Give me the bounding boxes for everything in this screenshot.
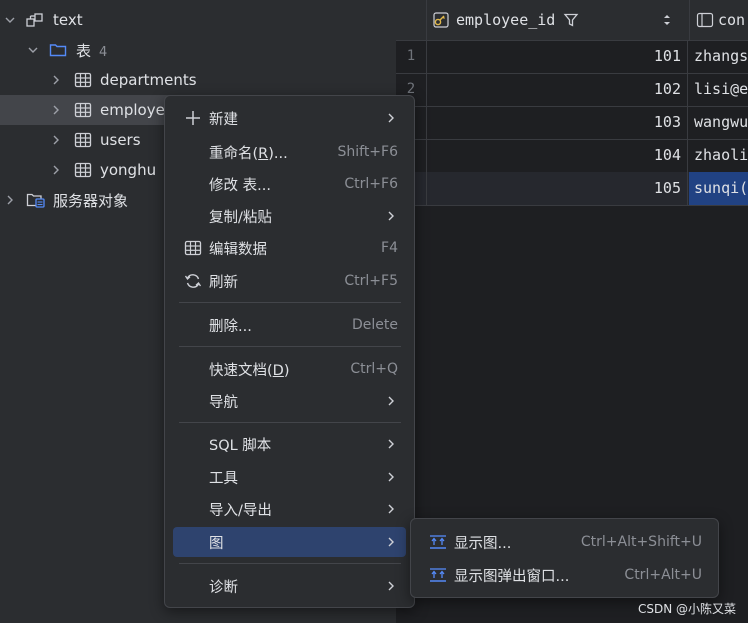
menu-item-edit-data[interactable]: 编辑数据 F4 — [173, 233, 406, 263]
table-row[interactable]: 4 104 zhaoli — [396, 139, 748, 173]
chevron-right-icon — [386, 210, 396, 222]
menu-separator — [179, 346, 401, 347]
chevron-right-icon[interactable] — [50, 134, 62, 146]
key-column-icon — [432, 11, 452, 29]
cell-email[interactable]: sunqi( — [689, 172, 748, 205]
cell-employee-id[interactable]: 104 — [426, 139, 688, 172]
tables-count: 4 — [99, 44, 108, 60]
chevron-right-icon[interactable] — [50, 164, 62, 176]
table-icon — [74, 161, 92, 179]
tree-node-schema[interactable]: text — [0, 5, 396, 35]
chevron-right-icon — [386, 395, 396, 407]
row-number: 1 — [396, 40, 427, 73]
shortcut-label: Ctrl+Q — [350, 361, 398, 377]
chevron-right-icon — [386, 438, 396, 450]
context-menu: 新建 重命名(R)... Shift+F6 修改 表... Ctrl+F6 复制… — [164, 95, 415, 608]
table-row[interactable]: 1 101 zhangs — [396, 40, 748, 74]
tables-folder-label: 表 — [76, 41, 92, 60]
refresh-icon — [184, 272, 202, 290]
server-objects-label: 服务器对象 — [53, 191, 129, 210]
menu-item-tools[interactable]: 工具 — [173, 462, 406, 492]
chevron-right-icon — [386, 471, 396, 483]
tree-node-table[interactable]: departments — [0, 65, 396, 95]
table-icon — [74, 101, 92, 119]
cell-employee-id[interactable]: 105 — [426, 172, 688, 205]
cell-employee-id[interactable]: 103 — [426, 106, 688, 139]
menu-item-import-export[interactable]: 导入/导出 — [173, 494, 406, 524]
table-icon — [184, 239, 202, 257]
menu-item-show-diagram[interactable]: 显示图... Ctrl+Alt+Shift+U — [419, 527, 710, 557]
chevron-right-icon — [386, 503, 396, 515]
table-label: employe — [100, 101, 165, 119]
cell-email[interactable]: zhaoli — [689, 139, 748, 172]
watermark: CSDN @小陈又菜 — [637, 602, 736, 616]
table-row[interactable]: 5 105 sunqi( — [396, 172, 748, 206]
menu-separator — [179, 563, 401, 564]
tree-node-tables-folder[interactable]: 表4 — [0, 35, 396, 65]
chevron-right-icon — [386, 580, 396, 592]
menu-separator — [179, 422, 401, 423]
table-icon — [74, 71, 92, 89]
chevron-right-icon — [386, 536, 396, 548]
shortcut-label: Shift+F6 — [337, 144, 398, 160]
shortcut-label: F4 — [381, 240, 398, 256]
cell-email[interactable]: lisi@e — [689, 73, 748, 106]
table-row[interactable]: 3 103 wangwu — [396, 106, 748, 140]
folder-icon — [49, 41, 67, 59]
cell-email[interactable]: zhangs — [689, 40, 748, 73]
diagram-icon — [429, 567, 447, 583]
menu-item-quick-doc[interactable]: 快速文档(D) Ctrl+Q — [173, 354, 406, 384]
schema-icon — [26, 11, 44, 29]
diagram-icon — [429, 534, 447, 550]
menu-item-diagnostics[interactable]: 诊断 — [173, 571, 406, 601]
cell-employee-id[interactable]: 101 — [426, 40, 688, 73]
table-label: yonghu — [100, 161, 157, 179]
sort-icon[interactable] — [662, 13, 672, 27]
menu-item-rename[interactable]: 重命名(R)... Shift+F6 — [173, 137, 406, 167]
table-label: departments — [100, 71, 197, 89]
schema-label: text — [53, 11, 83, 29]
shortcut-label: Ctrl+Alt+U — [624, 567, 702, 583]
menu-item-navigate[interactable]: 导航 — [173, 386, 406, 416]
menu-item-diagram[interactable]: 图 — [173, 527, 406, 557]
cell-employee-id[interactable]: 102 — [426, 73, 688, 106]
chevron-right-icon[interactable] — [4, 194, 16, 206]
table-row[interactable]: 2 102 lisi@e — [396, 73, 748, 107]
table-label: users — [100, 131, 141, 149]
table-icon — [74, 131, 92, 149]
grid-header: employee_id con — [396, 0, 748, 41]
chevron-down-icon[interactable] — [4, 14, 16, 26]
menu-separator — [179, 302, 401, 303]
menu-item-new[interactable]: 新建 — [173, 103, 406, 133]
column-header-employee-id[interactable]: employee_id — [432, 0, 688, 40]
menu-item-copy-paste[interactable]: 复制/粘贴 — [173, 201, 406, 231]
chevron-right-icon — [386, 112, 396, 124]
filter-icon[interactable] — [563, 12, 579, 28]
shortcut-label: Ctrl+F6 — [344, 176, 398, 192]
shortcut-label: Delete — [352, 317, 398, 333]
cell-email[interactable]: wangwu — [689, 106, 748, 139]
column-header-label: employee_id — [456, 11, 556, 29]
diagram-submenu: 显示图... Ctrl+Alt+Shift+U 显示图弹出窗口... Ctrl+… — [410, 518, 719, 598]
menu-item-modify-table[interactable]: 修改 表... Ctrl+F6 — [173, 169, 406, 199]
menu-item-refresh[interactable]: 刷新 Ctrl+F5 — [173, 266, 406, 296]
column-header-label: con — [718, 11, 746, 29]
text-column-icon — [696, 11, 714, 29]
menu-item-sql-script[interactable]: SQL 脚本 — [173, 429, 406, 459]
menu-item-delete[interactable]: 删除... Delete — [173, 310, 406, 340]
grid-corner — [396, 0, 427, 40]
plus-icon — [184, 109, 202, 127]
chevron-right-icon[interactable] — [50, 104, 62, 116]
column-header-email[interactable]: con — [689, 0, 748, 40]
shortcut-label: Ctrl+F5 — [344, 273, 398, 289]
chevron-down-icon[interactable] — [27, 44, 39, 56]
chevron-right-icon[interactable] — [50, 74, 62, 86]
menu-item-show-diagram-popup[interactable]: 显示图弹出窗口... Ctrl+Alt+U — [419, 560, 710, 590]
server-folder-icon — [26, 191, 45, 209]
shortcut-label: Ctrl+Alt+Shift+U — [580, 534, 702, 550]
